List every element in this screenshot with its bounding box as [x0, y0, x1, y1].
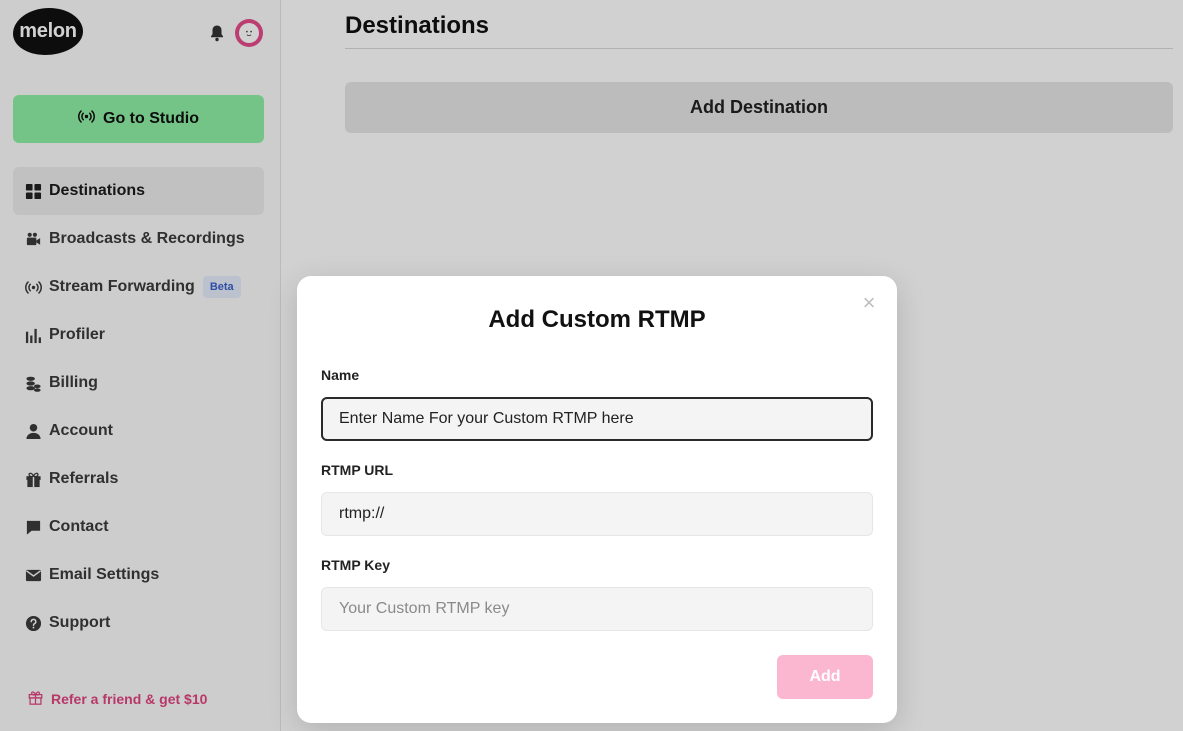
- rtmp-key-input[interactable]: Your Custom RTMP key: [321, 587, 873, 631]
- modal-title: Add Custom RTMP: [488, 306, 706, 333]
- name-label: Name: [321, 367, 360, 383]
- rtmp-url-label: RTMP URL: [321, 462, 394, 478]
- add-button[interactable]: Add: [777, 655, 873, 699]
- name-input[interactable]: Enter Name For your Custom RTMP here: [321, 397, 873, 441]
- rtmp-key-label: RTMP Key: [321, 557, 390, 573]
- add-custom-rtmp-modal: × Add Custom RTMP Name Enter Name For yo…: [297, 276, 897, 723]
- rtmp-url-input[interactable]: rtmp://: [321, 492, 873, 536]
